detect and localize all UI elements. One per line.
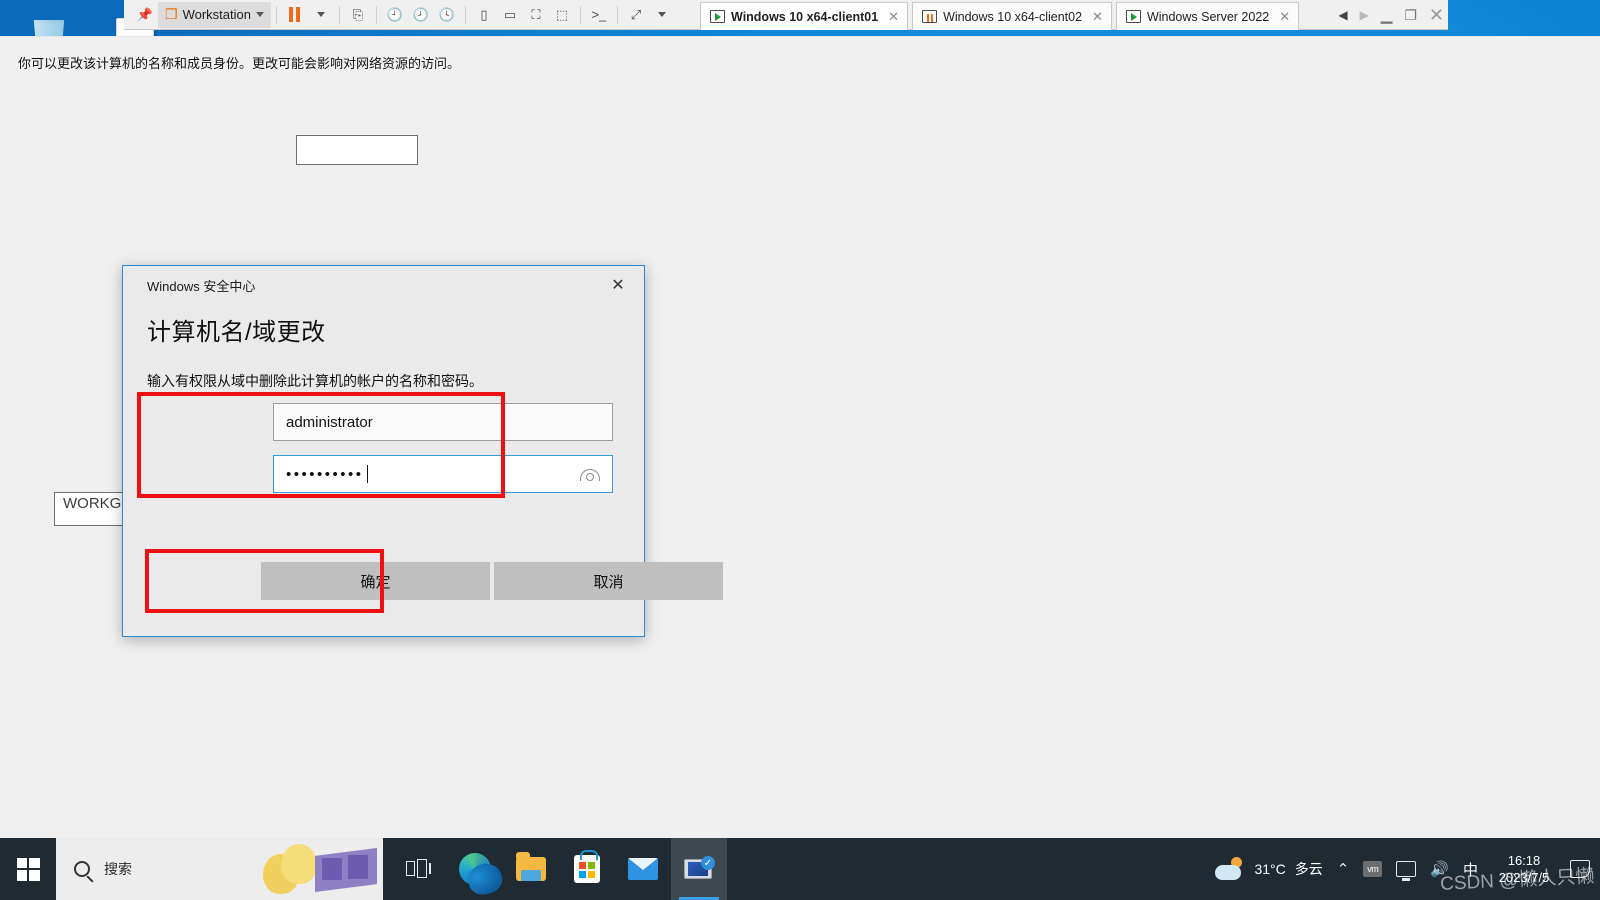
- stretch-guest-icon[interactable]: ⤢: [623, 2, 649, 28]
- vmware-workstation-window: 📌 ❐ Workstation ⎘ 🕘 🕗 🕓 ▯ ▭ ⛶ ⬚ >_ ⤢ ◀ ▶…: [124, 0, 1448, 30]
- show-thumbnail-bar-icon[interactable]: ▭: [497, 2, 523, 28]
- restore-icon[interactable]: ❐: [1404, 7, 1417, 24]
- back-icon[interactable]: ◀: [1338, 8, 1347, 22]
- windows-security-dialog: Windows 安全中心 ✕ 计算机名/域更改 输入有权限从域中删除此计算机的帐…: [122, 265, 723, 637]
- dialog-title: Windows 安全中心: [147, 278, 256, 294]
- close-icon[interactable]: ✕: [888, 9, 899, 25]
- credential-fields: administrator ••••••••••: [273, 403, 613, 493]
- take-snapshot-icon[interactable]: 🕘: [382, 2, 408, 28]
- forward-icon[interactable]: ▶: [1360, 8, 1369, 22]
- vm-tab-server2022[interactable]: Windows Server 2022 ✕: [1115, 2, 1300, 30]
- chevron-up-icon[interactable]: ⌃: [1337, 860, 1350, 878]
- pause-icon[interactable]: [282, 2, 308, 28]
- vmware-tray-icon[interactable]: vm: [1363, 861, 1383, 877]
- notification-icon[interactable]: [1570, 860, 1590, 878]
- vm-tab-bar: Windows 10 x64-client01 ✕ Windows 10 x64…: [700, 1, 1303, 30]
- clock-time: 16:18: [1507, 853, 1541, 868]
- start-button[interactable]: [0, 838, 56, 900]
- system-tray: 31°C 多云 ⌃ vm 🔊 中 16:18 2023/7/5: [1215, 838, 1600, 900]
- vm-tab-label: Windows Server 2022: [1146, 9, 1270, 24]
- security-dialog-heading: 计算机名/域更改: [147, 319, 326, 346]
- weather-widget[interactable]: 31°C 多云: [1215, 857, 1323, 881]
- eye-icon[interactable]: [580, 467, 600, 481]
- unity-icon[interactable]: ⬚: [549, 2, 575, 28]
- search-input[interactable]: 搜索: [56, 838, 383, 900]
- ok-button[interactable]: 确定: [261, 562, 490, 600]
- microsoft-store-icon[interactable]: [559, 838, 615, 900]
- taskbar-items: ✓: [391, 838, 727, 900]
- task-view-icon[interactable]: [391, 838, 447, 900]
- weather-description: 多云: [1294, 861, 1323, 877]
- password-input[interactable]: ••••••••••: [273, 455, 613, 493]
- volume-icon[interactable]: 🔊: [1430, 860, 1449, 878]
- pause-dropdown-icon[interactable]: [308, 2, 334, 28]
- security-dialog-description: 输入有权限从域中删除此计算机的帐户的名称和密码。: [147, 373, 483, 389]
- vm-paused-icon: [922, 10, 938, 23]
- window-controls: ◀ ▶ ▁ ❐ ✕: [1338, 0, 1444, 30]
- pin-icon[interactable]: 📌: [132, 2, 158, 28]
- close-icon[interactable]: ✕: [598, 269, 638, 301]
- file-explorer-icon[interactable]: [503, 838, 559, 900]
- vm-tab-client01[interactable]: Windows 10 x64-client01 ✕: [700, 2, 909, 30]
- weather-cloud-icon: [1215, 857, 1245, 881]
- password-value: ••••••••••: [286, 465, 368, 483]
- vm-running-icon: [1125, 10, 1141, 23]
- workstation-logo-icon: ❐: [165, 6, 178, 22]
- close-icon[interactable]: ✕: [1092, 9, 1103, 25]
- taskbar: 搜索 ✓ 31°C 多云 ⌃ vm 🔊 中 16:18 2023/7/5 CSD…: [0, 838, 1600, 900]
- vm-tab-label: Windows 10 x64-client01: [731, 9, 879, 24]
- security-dialog-buttons: 确定 取消: [261, 562, 723, 600]
- chevron-down-icon: [255, 12, 264, 17]
- search-illustration: [261, 840, 377, 898]
- security-dialog-titlebar: Windows 安全中心 ✕: [123, 266, 644, 304]
- workstation-label: Workstation: [182, 7, 251, 22]
- console-icon[interactable]: >_: [586, 2, 612, 28]
- fullscreen-icon[interactable]: ⛶: [523, 2, 549, 28]
- screen: 回收站 20220917... ↗ H3C Cloud Lab ↗ Micros…: [0, 0, 1600, 900]
- microsoft-edge-icon[interactable]: [447, 838, 503, 900]
- network-icon[interactable]: [1396, 861, 1417, 881]
- snapshot-icon[interactable]: ⎘: [345, 2, 371, 28]
- search-placeholder: 搜索: [104, 861, 132, 877]
- mail-icon[interactable]: [615, 838, 671, 900]
- computer-name-description: 你可以更改该计算机的名称和成员身份。更改可能会影响对网络资源的访问。: [18, 56, 461, 71]
- vm-running-icon: [710, 10, 725, 23]
- username-value: administrator: [286, 413, 373, 431]
- vm-tab-label: Windows 10 x64-client02: [943, 9, 1083, 24]
- vm-tab-client02[interactable]: Windows 10 x64-client02 ✕: [912, 2, 1112, 30]
- cancel-button[interactable]: 取消: [494, 562, 723, 600]
- close-icon[interactable]: ✕: [1429, 5, 1444, 26]
- ime-indicator[interactable]: 中: [1463, 859, 1478, 880]
- workstation-menu-button[interactable]: ❐ Workstation: [158, 1, 271, 28]
- stretch-dropdown-icon[interactable]: [649, 2, 675, 28]
- computer-name-input[interactable]: [296, 135, 418, 165]
- clock[interactable]: 16:18 2023/7/5: [1492, 852, 1556, 886]
- snapshot-manager-icon[interactable]: 🕓: [434, 2, 460, 28]
- text-caret: [366, 465, 368, 483]
- search-icon: [74, 861, 90, 877]
- username-input[interactable]: administrator: [273, 403, 613, 441]
- minimize-icon[interactable]: ▁: [1381, 6, 1393, 24]
- weather-temperature: 31°C: [1254, 861, 1286, 877]
- close-icon[interactable]: ✕: [1279, 9, 1290, 25]
- windows-start-icon: [16, 857, 40, 881]
- show-library-icon[interactable]: ▯: [471, 2, 497, 28]
- vmware-workstation-icon[interactable]: ✓: [671, 838, 727, 900]
- revert-snapshot-icon[interactable]: 🕗: [408, 2, 434, 28]
- clock-date: 2023/7/5: [1498, 870, 1550, 885]
